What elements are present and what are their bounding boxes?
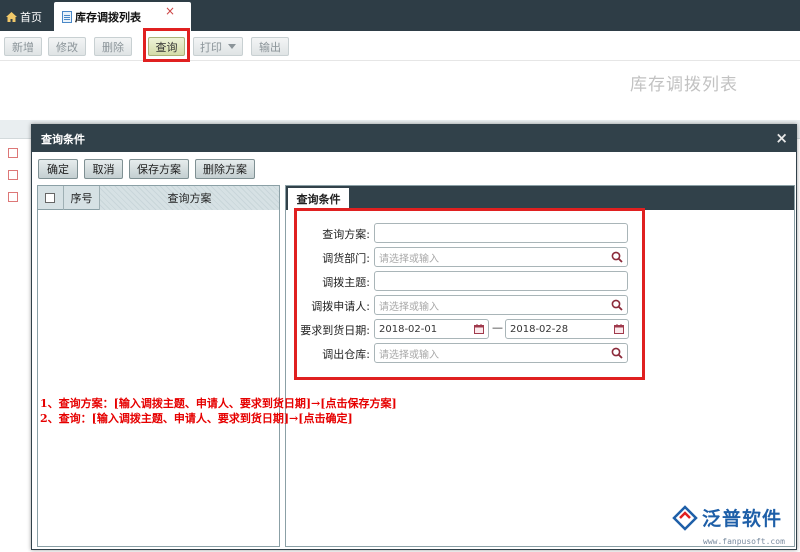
query-conditions-dialog: 查询条件 × 确定 取消 保存方案 删除方案 序号 查询方案 查询条件 查询方案… — [31, 124, 797, 550]
confirm-button[interactable]: 确定 — [38, 159, 78, 179]
tab-close-icon[interactable]: × — [165, 4, 175, 18]
conditions-highlight-box — [294, 208, 645, 380]
row-checkbox[interactable] — [8, 192, 18, 202]
condition-panel: 查询条件 查询方案: 调货部门: 请选择或输入 调拨主题: 调拨申请人: 请选择… — [285, 185, 795, 547]
condition-tab-bar: 查询条件 — [286, 186, 794, 210]
tab-stock-transfer-list[interactable]: 库存调拨列表 × — [54, 2, 191, 31]
home-icon — [6, 11, 17, 22]
plan-list-panel: 序号 查询方案 — [37, 185, 280, 547]
save-plan-button[interactable]: 保存方案 — [129, 159, 189, 179]
new-button[interactable]: 新增 — [4, 37, 42, 56]
column-header-plan: 查询方案 — [99, 186, 279, 210]
column-header-index: 序号 — [63, 186, 99, 210]
page-title: 库存调拨列表 — [630, 75, 738, 95]
tab-home[interactable]: 首页 — [0, 2, 52, 31]
instruction-note-2: 2、查询：[输入调拨主题、申请人、要求到货日期]→[点击确定] — [40, 412, 353, 425]
dialog-title: 查询条件 — [41, 132, 85, 146]
brand-url: www.fanpusoft.com — [703, 537, 785, 546]
document-icon — [62, 10, 72, 23]
tab-active-label: 库存调拨列表 — [75, 10, 141, 24]
close-icon[interactable]: × — [775, 129, 788, 147]
export-button[interactable]: 输出 — [251, 37, 289, 56]
toolbar: 新增 修改 删除 查询 打印 输出 — [0, 31, 800, 61]
tab-home-label: 首页 — [20, 10, 42, 24]
edit-button[interactable]: 修改 — [48, 37, 86, 56]
plan-list-header: 序号 查询方案 — [38, 186, 279, 210]
brand-logo-icon — [672, 504, 698, 531]
instruction-note-1: 1、查询方案：[输入调拨主题、申请人、要求到货日期]→[点击保存方案] — [40, 397, 397, 410]
row-checkbox[interactable] — [8, 148, 18, 158]
brand-logo: 泛普软件 — [672, 504, 782, 531]
brand-name: 泛普软件 — [702, 508, 783, 530]
chevron-down-icon — [228, 44, 236, 49]
print-button-label: 打印 — [200, 40, 222, 54]
row-checkbox[interactable] — [8, 170, 18, 180]
cancel-button[interactable]: 取消 — [84, 159, 123, 179]
tab-bar: 首页 库存调拨列表 × — [0, 0, 800, 31]
select-all-checkbox[interactable] — [45, 193, 55, 203]
tab-query-conditions[interactable]: 查询条件 — [288, 188, 349, 210]
dialog-title-bar: 查询条件 × — [32, 125, 796, 152]
query-button-highlight — [143, 28, 190, 62]
delete-plan-button[interactable]: 删除方案 — [195, 159, 255, 179]
delete-button[interactable]: 删除 — [94, 37, 132, 56]
print-button[interactable]: 打印 — [193, 37, 243, 56]
